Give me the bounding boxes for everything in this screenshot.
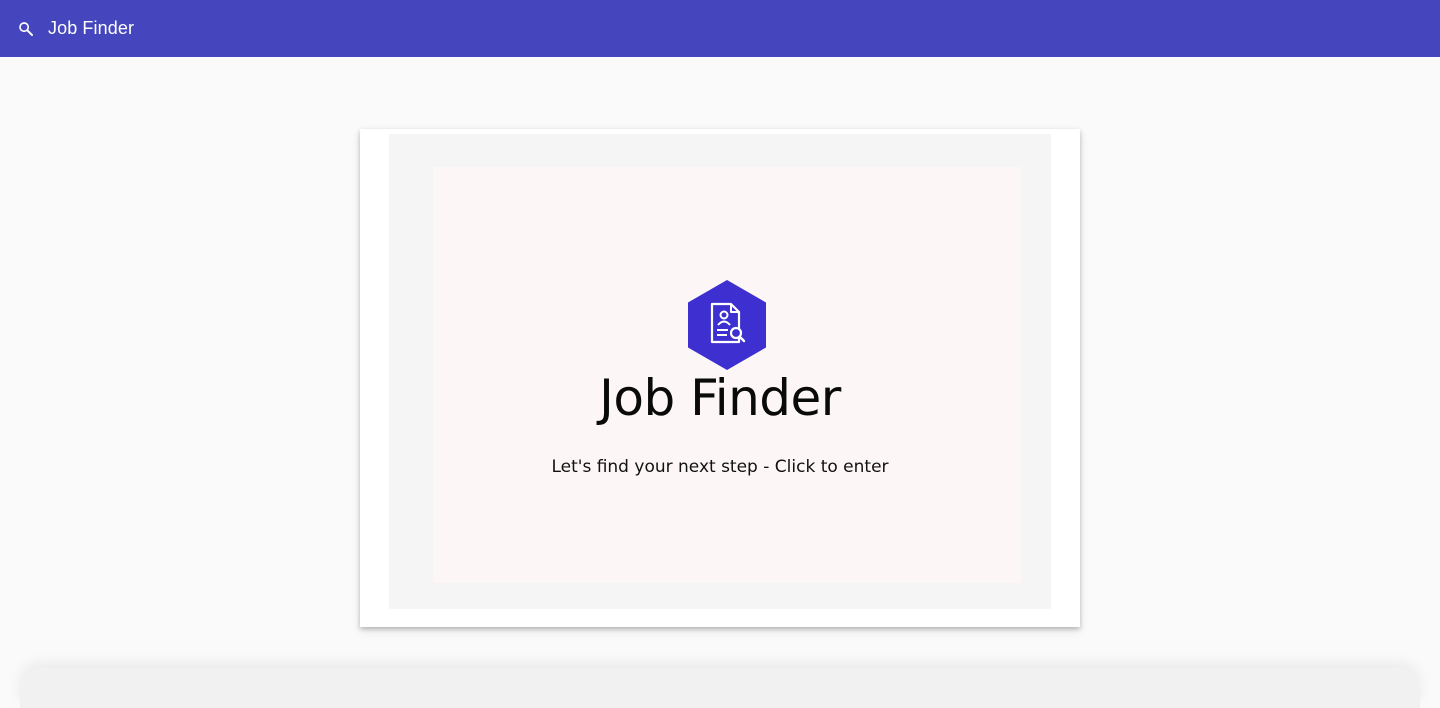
top-app-bar: Job Finder xyxy=(0,0,1440,57)
tagline: Let's find your next step - Click to ent… xyxy=(551,457,889,477)
brand-name: Job Finder xyxy=(599,369,841,427)
app-title: Job Finder xyxy=(48,18,135,38)
enter-card[interactable]: Job Finder Let's find your next step - C… xyxy=(360,129,1080,627)
card-banner[interactable]: Job Finder Let's find your next step - C… xyxy=(389,134,1051,609)
job-search-document-icon xyxy=(688,280,766,370)
search-icon[interactable] xyxy=(16,19,36,39)
bottom-panel-edge xyxy=(20,668,1420,708)
